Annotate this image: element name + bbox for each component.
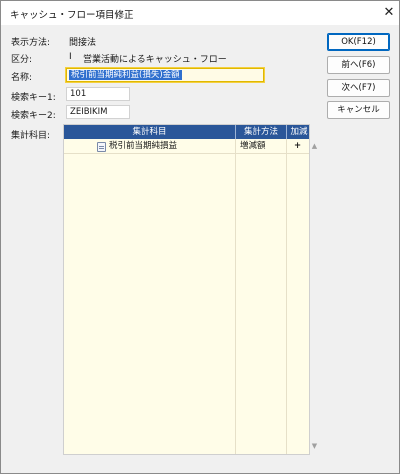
category-value: 営業活動によるキャッシュ・フロー xyxy=(83,55,227,65)
name-field[interactable]: 税引前当期純利益(損失)金額 xyxy=(65,67,265,83)
column-header-method[interactable]: 集計方法 xyxy=(236,125,286,139)
title-bar: キャッシュ・フロー項目修正 ✕ xyxy=(1,1,399,25)
name-field-value: 税引前当期純利益(損失)金額 xyxy=(69,70,182,80)
search-key1-label: 検索キー1: xyxy=(11,93,56,103)
scroll-up-icon[interactable]: ▲ xyxy=(310,142,319,151)
document-icon xyxy=(97,142,106,152)
category-code: I xyxy=(69,52,72,62)
scroll-down-icon[interactable]: ▼ xyxy=(310,442,319,451)
window-title: キャッシュ・フロー項目修正 xyxy=(10,10,134,21)
search-key2-label: 検索キー2: xyxy=(11,111,56,121)
column-divider xyxy=(286,125,287,454)
header-divider xyxy=(235,125,236,139)
aggregate-items-label: 集計科目: xyxy=(11,131,51,141)
display-method-label: 表示方法: xyxy=(11,38,51,48)
column-header-item[interactable]: 集計科目 xyxy=(64,125,235,139)
header-divider xyxy=(286,125,287,139)
search-key1-field[interactable]: 101 xyxy=(66,87,130,101)
display-method-value: 間接法 xyxy=(69,38,97,48)
table-row-method[interactable]: 増減額 xyxy=(240,139,266,153)
cash-flow-item-edit-dialog: キャッシュ・フロー項目修正 ✕ 表示方法: 間接法 区分: I 営業活動によるキ… xyxy=(0,0,400,474)
table-row-item[interactable]: 税引前当期純損益 xyxy=(109,139,177,153)
table-row-sign[interactable]: + xyxy=(294,139,301,153)
name-label: 名称: xyxy=(11,73,33,83)
row-divider xyxy=(64,153,309,154)
close-icon[interactable]: ✕ xyxy=(379,3,399,23)
aggregate-items-table[interactable]: 集計科目 集計方法 加減 税引前当期純損益 増減額 + xyxy=(63,124,310,455)
table-scrollbar[interactable]: ▲ ▼ xyxy=(310,138,319,455)
column-header-sign[interactable]: 加減 xyxy=(287,125,309,139)
category-label: 区分: xyxy=(11,55,33,65)
column-divider xyxy=(235,125,236,454)
next-button[interactable]: 次へ(F7) xyxy=(327,79,390,97)
prev-button[interactable]: 前へ(F6) xyxy=(327,56,390,74)
cancel-button[interactable]: キャンセル xyxy=(327,101,390,119)
search-key2-field[interactable]: ZEIBIKIM xyxy=(66,105,130,119)
ok-button[interactable]: OK(F12) xyxy=(327,33,390,51)
